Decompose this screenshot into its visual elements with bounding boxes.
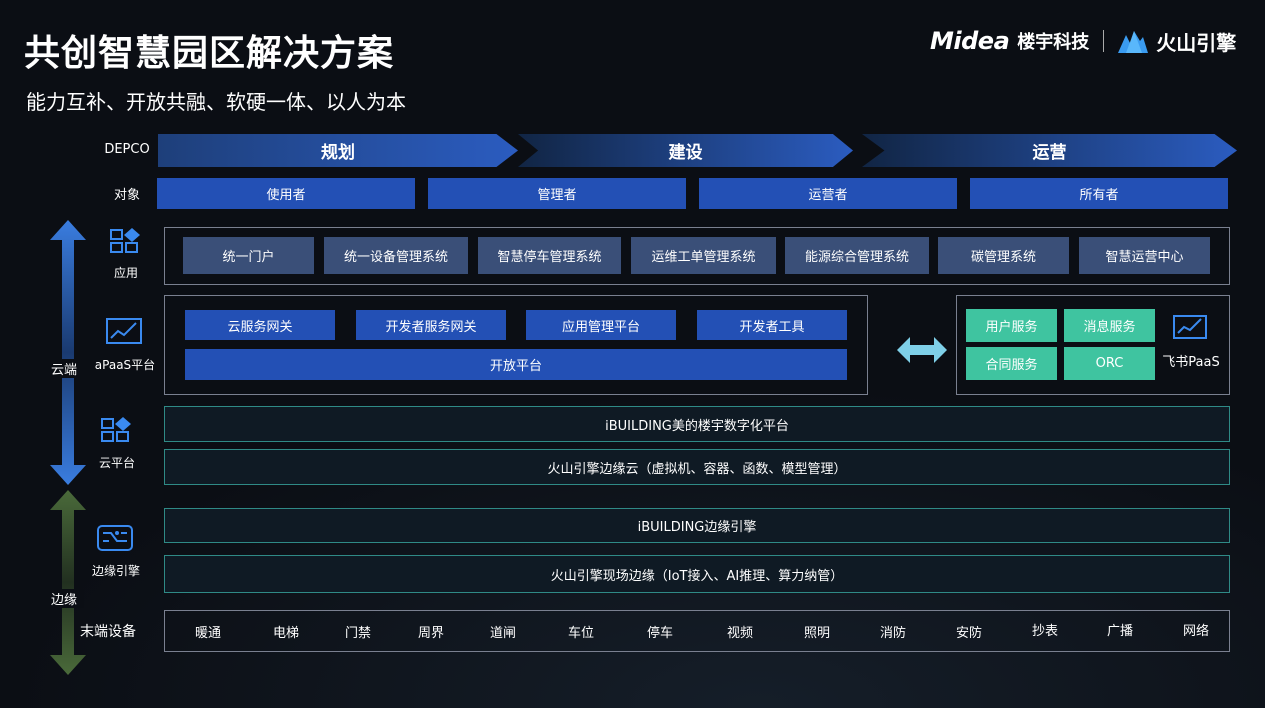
page-title: 共创智慧园区解决方案 bbox=[24, 33, 395, 74]
phase-label: 运营 bbox=[1032, 143, 1067, 163]
app-portal: 统一门户 bbox=[183, 237, 314, 274]
device-broadcast: 广播 bbox=[1107, 624, 1134, 639]
edge-engine-circuit-icon bbox=[97, 525, 133, 551]
midea-logo: Midea bbox=[930, 27, 1010, 55]
row-label-depco: DEPCO bbox=[104, 142, 150, 157]
midea-logo-suffix: 楼宇科技 bbox=[1017, 32, 1090, 53]
feishu-contract-service: 合同服务 bbox=[966, 347, 1057, 380]
edge-bar-volc-field-edge: 火山引擎现场边缘（IoT接入、AI推理、算力纳管） bbox=[164, 555, 1230, 593]
device-fire: 消防 bbox=[880, 626, 907, 641]
cloud-bar-ibuilding: iBUILDING美的楼宇数字化平台 bbox=[164, 406, 1230, 442]
device-hvac: 暖通 bbox=[195, 626, 222, 641]
app-parking: 智慧停车管理系统 bbox=[478, 237, 621, 274]
phase-label: 规划 bbox=[321, 143, 355, 163]
apaas-app-mgmt: 应用管理平台 bbox=[526, 310, 676, 340]
audience-owner: 所有者 bbox=[970, 178, 1228, 209]
bidirectional-arrow-icon bbox=[897, 337, 947, 363]
audience-user: 使用者 bbox=[157, 178, 415, 209]
feishu-message-service: 消息服务 bbox=[1064, 309, 1155, 342]
device-meter-reading: 抄表 bbox=[1032, 624, 1059, 639]
device-security: 安防 bbox=[956, 626, 983, 641]
audience-operator: 运营者 bbox=[699, 178, 957, 209]
volcano-logo-icon bbox=[1118, 31, 1149, 53]
row-label-cloud-platform: 云平台 bbox=[98, 456, 135, 470]
volc-logo-text: 火山引擎 bbox=[1156, 30, 1237, 55]
audience-manager: 管理者 bbox=[428, 178, 686, 209]
apaas-open-platform: 开放平台 bbox=[185, 349, 847, 380]
phase-chevron-operate: 运营 bbox=[862, 134, 1237, 167]
row-label-audience: 对象 bbox=[113, 188, 140, 203]
app-grid-icon bbox=[110, 228, 140, 253]
edge-bar-ibuilding-engine: iBUILDING边缘引擎 bbox=[164, 508, 1230, 543]
app-energy: 能源综合管理系统 bbox=[785, 237, 929, 274]
device-parking: 停车 bbox=[647, 626, 674, 641]
row-label-edge-engine: 边缘引擎 bbox=[91, 564, 140, 578]
feishu-orc-service: ORC bbox=[1064, 347, 1155, 380]
page-subtitle: 能力互补、开放共融、软硬一体、以人为本 bbox=[26, 90, 406, 114]
device-access-control: 门禁 bbox=[345, 626, 372, 641]
logo-divider bbox=[1103, 30, 1105, 52]
edge-side-arrow bbox=[50, 490, 86, 675]
cloud-bar-volc-edge-cloud: 火山引擎边缘云（虚拟机、容器、函数、模型管理） bbox=[164, 449, 1230, 485]
phase-label: 建设 bbox=[668, 143, 703, 163]
device-lighting: 照明 bbox=[804, 626, 831, 641]
cloud-side-arrow bbox=[50, 220, 86, 485]
app-operation-center: 智慧运营中心 bbox=[1079, 237, 1210, 274]
device-barrier-gate: 道闸 bbox=[490, 626, 517, 641]
feishu-chart-icon bbox=[1173, 315, 1207, 339]
phase-chevron-build: 建设 bbox=[518, 134, 853, 167]
cloud-platform-grid-icon bbox=[101, 417, 131, 442]
apaas-dev-gateway: 开发者服务网关 bbox=[356, 310, 506, 340]
devices-panel bbox=[164, 610, 1230, 652]
device-parking-space: 车位 bbox=[568, 626, 595, 641]
app-maintenance: 运维工单管理系统 bbox=[631, 237, 776, 274]
app-carbon: 碳管理系统 bbox=[938, 237, 1069, 274]
app-device-mgmt: 统一设备管理系统 bbox=[324, 237, 468, 274]
device-elevator: 电梯 bbox=[273, 626, 300, 641]
edge-side-label: 边缘 bbox=[44, 589, 84, 608]
device-video: 视频 bbox=[727, 626, 754, 641]
row-label-app: 应用 bbox=[113, 266, 138, 280]
phase-chevron-plan: 规划 bbox=[158, 134, 518, 167]
device-network: 网络 bbox=[1183, 624, 1210, 639]
logo-area: Midea 楼宇科技 火山引擎 bbox=[930, 26, 1236, 56]
device-perimeter: 周界 bbox=[418, 626, 445, 641]
apaas-dev-tools: 开发者工具 bbox=[697, 310, 847, 340]
feishu-paas-label: 飞书PaaS bbox=[1162, 355, 1220, 370]
cloud-side-label: 云端 bbox=[44, 359, 84, 378]
apaas-cloud-gateway: 云服务网关 bbox=[185, 310, 335, 340]
row-label-end-devices: 末端设备 bbox=[80, 624, 136, 640]
feishu-user-service: 用户服务 bbox=[966, 309, 1057, 342]
row-label-apaas: aPaaS平台 bbox=[94, 358, 156, 372]
apaas-chart-icon bbox=[106, 318, 142, 344]
